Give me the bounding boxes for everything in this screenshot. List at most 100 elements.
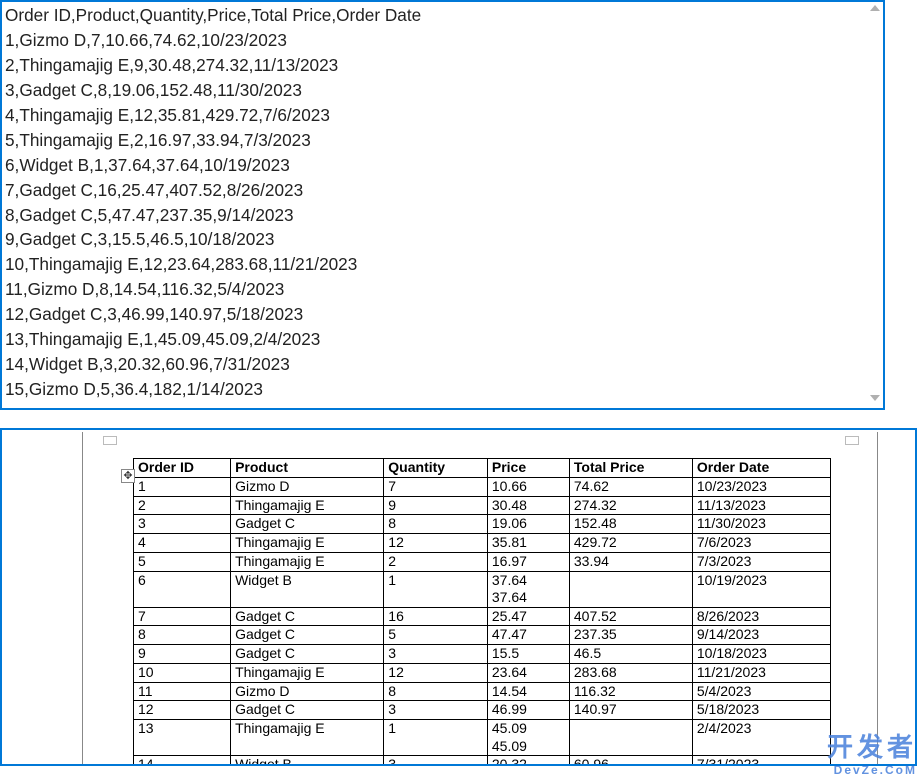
csv-textarea[interactable]: Order ID,Product,Quantity,Price,Total Pr…: [0, 0, 885, 410]
table-cell[interactable]: 5: [134, 552, 231, 571]
scroll-down-arrow-icon[interactable]: [869, 395, 880, 405]
table-cell[interactable]: 12: [134, 701, 231, 720]
table-cell[interactable]: 1: [384, 720, 488, 756]
table-row[interactable]: 12Gadget C346.99140.975/18/2023: [134, 701, 831, 720]
table-cell[interactable]: 14: [134, 756, 231, 766]
scroll-up-arrow-icon[interactable]: [869, 5, 880, 15]
table-cell[interactable]: 2: [134, 496, 231, 515]
table-cell[interactable]: 7: [384, 477, 488, 496]
table-cell[interactable]: 16.97: [487, 552, 569, 571]
table-row[interactable]: 2Thingamajig E930.48274.3211/13/2023: [134, 496, 831, 515]
table-cell[interactable]: 6: [134, 571, 231, 607]
table-row[interactable]: 6Widget B137.6437.64 10/19/2023: [134, 571, 831, 607]
table-cell[interactable]: 46.5: [569, 645, 692, 664]
table-row[interactable]: 1Gizmo D710.6674.6210/23/2023: [134, 477, 831, 496]
document-page[interactable]: ✥ Order IDProductQuantityPriceTotal Pric…: [82, 432, 878, 766]
table-cell[interactable]: [569, 571, 692, 607]
table-cell[interactable]: 10/23/2023: [692, 477, 830, 496]
table-cell[interactable]: 5: [384, 626, 488, 645]
table-cell[interactable]: 30.48: [487, 496, 569, 515]
table-cell[interactable]: [569, 720, 692, 756]
table-cell[interactable]: Gadget C: [231, 701, 384, 720]
table-cell[interactable]: 283.68: [569, 663, 692, 682]
table-cell[interactable]: 10: [134, 663, 231, 682]
table-cell[interactable]: 46.99: [487, 701, 569, 720]
table-row[interactable]: 5Thingamajig E216.9733.947/3/2023: [134, 552, 831, 571]
table-cell[interactable]: 15.5: [487, 645, 569, 664]
table-cell[interactable]: 1: [384, 571, 488, 607]
table-cell[interactable]: 4: [134, 534, 231, 553]
table-cell[interactable]: 10.66: [487, 477, 569, 496]
table-cell[interactable]: 10/18/2023: [692, 645, 830, 664]
table-cell[interactable]: Thingamajig E: [231, 663, 384, 682]
table-header-cell[interactable]: Total Price: [569, 459, 692, 478]
table-cell[interactable]: 8/26/2023: [692, 607, 830, 626]
table-header-cell[interactable]: Quantity: [384, 459, 488, 478]
table-cell[interactable]: 3: [134, 515, 231, 534]
table-cell[interactable]: 9/14/2023: [692, 626, 830, 645]
table-cell[interactable]: Thingamajig E: [231, 534, 384, 553]
table-row[interactable]: 10Thingamajig E1223.64283.6811/21/2023: [134, 663, 831, 682]
table-cell[interactable]: 9: [134, 645, 231, 664]
table-cell[interactable]: 60.96: [569, 756, 692, 766]
table-cell[interactable]: Thingamajig E: [231, 552, 384, 571]
table-cell[interactable]: Thingamajig E: [231, 720, 384, 756]
table-cell[interactable]: 5/18/2023: [692, 701, 830, 720]
table-cell[interactable]: 47.47: [487, 626, 569, 645]
table-cell[interactable]: Widget B: [231, 571, 384, 607]
table-cell[interactable]: 74.62: [569, 477, 692, 496]
table-cell[interactable]: 16: [384, 607, 488, 626]
table-cell[interactable]: 8: [134, 626, 231, 645]
word-document-pane[interactable]: ✥ Order IDProductQuantityPriceTotal Pric…: [0, 428, 917, 766]
table-cell[interactable]: Gadget C: [231, 607, 384, 626]
table-cell[interactable]: 12: [384, 534, 488, 553]
table-row[interactable]: 9Gadget C315.546.510/18/2023: [134, 645, 831, 664]
table-cell[interactable]: 35.81: [487, 534, 569, 553]
table-cell[interactable]: 2: [384, 552, 488, 571]
table-cell[interactable]: 45.0945.09: [487, 720, 569, 756]
table-cell[interactable]: 274.32: [569, 496, 692, 515]
table-move-handle-icon[interactable]: ✥: [121, 469, 135, 483]
table-cell[interactable]: 7/6/2023: [692, 534, 830, 553]
table-cell[interactable]: 19.06: [487, 515, 569, 534]
table-cell[interactable]: Gizmo D: [231, 682, 384, 701]
table-cell[interactable]: 5/4/2023: [692, 682, 830, 701]
table-cell[interactable]: 11/13/2023: [692, 496, 830, 515]
table-cell[interactable]: Gadget C: [231, 515, 384, 534]
table-cell[interactable]: 152.48: [569, 515, 692, 534]
table-header-cell[interactable]: Product: [231, 459, 384, 478]
table-cell[interactable]: 2/4/2023: [692, 720, 830, 756]
table-cell[interactable]: 8: [384, 682, 488, 701]
table-cell[interactable]: Gadget C: [231, 626, 384, 645]
table-row[interactable]: 13Thingamajig E145.0945.09 2/4/2023: [134, 720, 831, 756]
table-cell[interactable]: 11/30/2023: [692, 515, 830, 534]
data-table[interactable]: Order IDProductQuantityPriceTotal PriceO…: [133, 458, 831, 766]
table-cell[interactable]: 7/3/2023: [692, 552, 830, 571]
table-cell[interactable]: 33.94: [569, 552, 692, 571]
table-cell[interactable]: 20.32: [487, 756, 569, 766]
table-header-cell[interactable]: Order ID: [134, 459, 231, 478]
table-cell[interactable]: Gizmo D: [231, 477, 384, 496]
table-cell[interactable]: 25.47: [487, 607, 569, 626]
table-cell[interactable]: 1: [134, 477, 231, 496]
table-cell[interactable]: 37.6437.64: [487, 571, 569, 607]
table-cell[interactable]: 429.72: [569, 534, 692, 553]
table-cell[interactable]: 13: [134, 720, 231, 756]
table-cell[interactable]: 11/21/2023: [692, 663, 830, 682]
table-cell[interactable]: 237.35: [569, 626, 692, 645]
table-cell[interactable]: 14.54: [487, 682, 569, 701]
table-cell[interactable]: 12: [384, 663, 488, 682]
table-cell[interactable]: 23.64: [487, 663, 569, 682]
table-cell[interactable]: 7: [134, 607, 231, 626]
table-cell[interactable]: Thingamajig E: [231, 496, 384, 515]
table-cell[interactable]: 407.52: [569, 607, 692, 626]
table-header-cell[interactable]: Order Date: [692, 459, 830, 478]
table-cell[interactable]: 10/19/2023: [692, 571, 830, 607]
table-cell[interactable]: 116.32: [569, 682, 692, 701]
table-row[interactable]: 4Thingamajig E1235.81429.727/6/2023: [134, 534, 831, 553]
table-cell[interactable]: 7/31/2023: [692, 756, 830, 766]
table-cell[interactable]: 3: [384, 701, 488, 720]
table-cell[interactable]: Gadget C: [231, 645, 384, 664]
table-row[interactable]: 8Gadget C547.47237.359/14/2023: [134, 626, 831, 645]
table-cell[interactable]: 3: [384, 645, 488, 664]
